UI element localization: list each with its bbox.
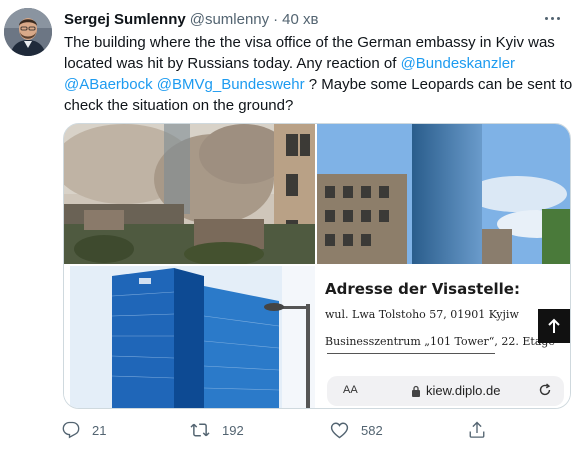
share-button[interactable]: [468, 418, 486, 442]
photo-smoke[interactable]: [64, 124, 315, 264]
url-host: kiew.diplo.de: [411, 383, 500, 398]
visa-card-title: Adresse der Visastelle:: [325, 280, 520, 298]
heart-icon: [330, 422, 349, 439]
tweet-text-line-4: check the situation on the ground?: [64, 97, 294, 114]
reply-button[interactable]: 21: [62, 418, 106, 442]
more-horizontal-icon[interactable]: [540, 6, 564, 30]
like-button[interactable]: 582: [330, 418, 383, 442]
lock-icon: [412, 385, 420, 397]
visa-card-address: wul. Lwa Tolstoho 57, 01901 Kyjiw: [325, 308, 519, 321]
tweet-text: The building where the the visa office o…: [64, 32, 572, 116]
tweet-text-segment: located was hit by Russians today. Any r…: [64, 55, 401, 72]
tweet-text-line-1: The building where the the visa office o…: [64, 34, 555, 51]
browser-url-bar[interactable]: AA kiew.diplo.de: [327, 376, 564, 406]
avatar[interactable]: [4, 8, 52, 56]
photo-101-tower[interactable]: [64, 266, 315, 408]
like-count: 582: [361, 422, 383, 438]
retweet-count: 192: [222, 422, 244, 438]
mention-link-bmvg[interactable]: @BMVg_Bundeswehr: [157, 76, 305, 93]
arrow-up-icon[interactable]: [538, 309, 570, 343]
tweet-timestamp[interactable]: 40 хв: [282, 11, 318, 28]
divider: [327, 353, 495, 354]
reply-count: 21: [92, 422, 107, 438]
tweet-text-line-3: @ABaerbock @BMVg_Bundeswehr ? Maybe some…: [64, 74, 572, 95]
separator-dot: ·: [273, 10, 279, 28]
reload-icon[interactable]: [538, 383, 552, 397]
mention-link-abaerbock[interactable]: @ABaerbock: [64, 76, 153, 93]
tweet-text-segment: ? Maybe some Leopards can be sent to: [304, 76, 573, 93]
media-grid: Adresse der Visastelle: wul. Lwa Tolstoh…: [63, 123, 571, 409]
visa-card-business-center: Businesszentrum „101 Tower“, 22. Etage: [325, 335, 555, 348]
author-name[interactable]: Sergej Sumlenny: [64, 11, 186, 28]
retweet-icon: [190, 423, 210, 437]
photo-visa-office-card[interactable]: Adresse der Visastelle: wul. Lwa Tolstoh…: [317, 266, 570, 408]
tweet[interactable]: Sergej Sumlenny @sumlenny · 40 хв The bu…: [0, 0, 578, 453]
tweet-header: Sergej Sumlenny @sumlenny · 40 хв: [64, 9, 318, 29]
retweet-button[interactable]: 192: [190, 418, 244, 442]
photo-tower-sky[interactable]: [317, 124, 570, 264]
tweet-text-line-2: located was hit by Russians today. Any r…: [64, 53, 564, 74]
url-host-text: kiew.diplo.de: [426, 383, 501, 398]
mention-link-bundeskanzler[interactable]: @Bundeskanzler: [401, 55, 515, 72]
text-size-button[interactable]: AA: [343, 384, 358, 396]
tweet-actions: 21 192 582: [0, 418, 578, 442]
reply-icon: [62, 421, 80, 439]
author-handle[interactable]: @sumlenny: [190, 11, 269, 28]
share-icon: [469, 421, 485, 438]
